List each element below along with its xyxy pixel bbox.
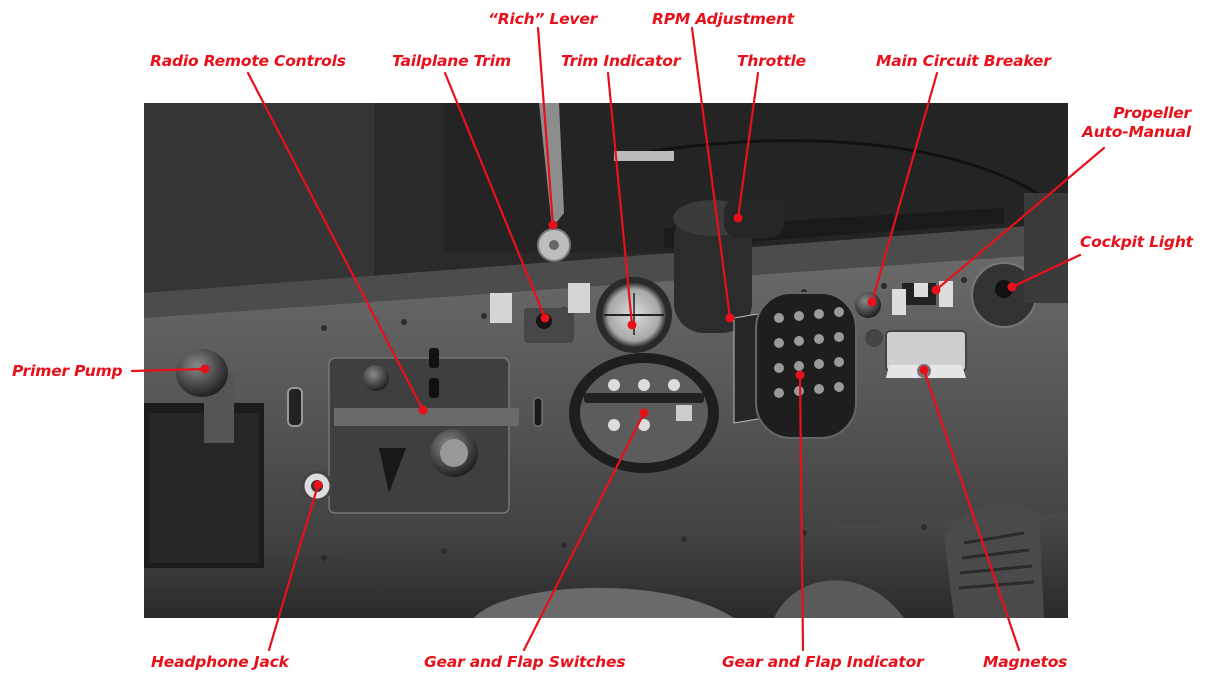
label-rich-lever: “Rich” Lever xyxy=(488,10,598,28)
label-propeller-line2: Auto-Manual xyxy=(1081,123,1191,141)
label-headphone-jack: Headphone Jack xyxy=(151,653,289,671)
cockpit-panel-image xyxy=(144,103,1068,618)
label-tailplane-trim: Tailplane Trim xyxy=(392,52,511,70)
label-propeller-line1: Propeller xyxy=(1113,104,1191,122)
label-radio-remote-controls: Radio Remote Controls xyxy=(150,52,346,70)
label-cockpit-light: Cockpit Light xyxy=(1080,233,1193,251)
label-main-circuit-breaker: Main Circuit Breaker xyxy=(876,52,1051,70)
label-trim-indicator: Trim Indicator xyxy=(561,52,681,70)
label-throttle: Throttle xyxy=(737,52,806,70)
label-gear-flap-switches: Gear and Flap Switches xyxy=(424,653,626,671)
instrument-panel-diagram: “Rich” Lever RPM Adjustment Radio Remote… xyxy=(0,0,1205,678)
label-rpm-adjustment: RPM Adjustment xyxy=(652,10,795,28)
label-propeller: Propeller Auto-Manual xyxy=(1082,104,1191,142)
label-primer-pump: Primer Pump xyxy=(12,362,123,380)
label-gear-flap-indicator: Gear and Flap Indicator xyxy=(722,653,924,671)
label-magnetos: Magnetos xyxy=(983,653,1068,671)
